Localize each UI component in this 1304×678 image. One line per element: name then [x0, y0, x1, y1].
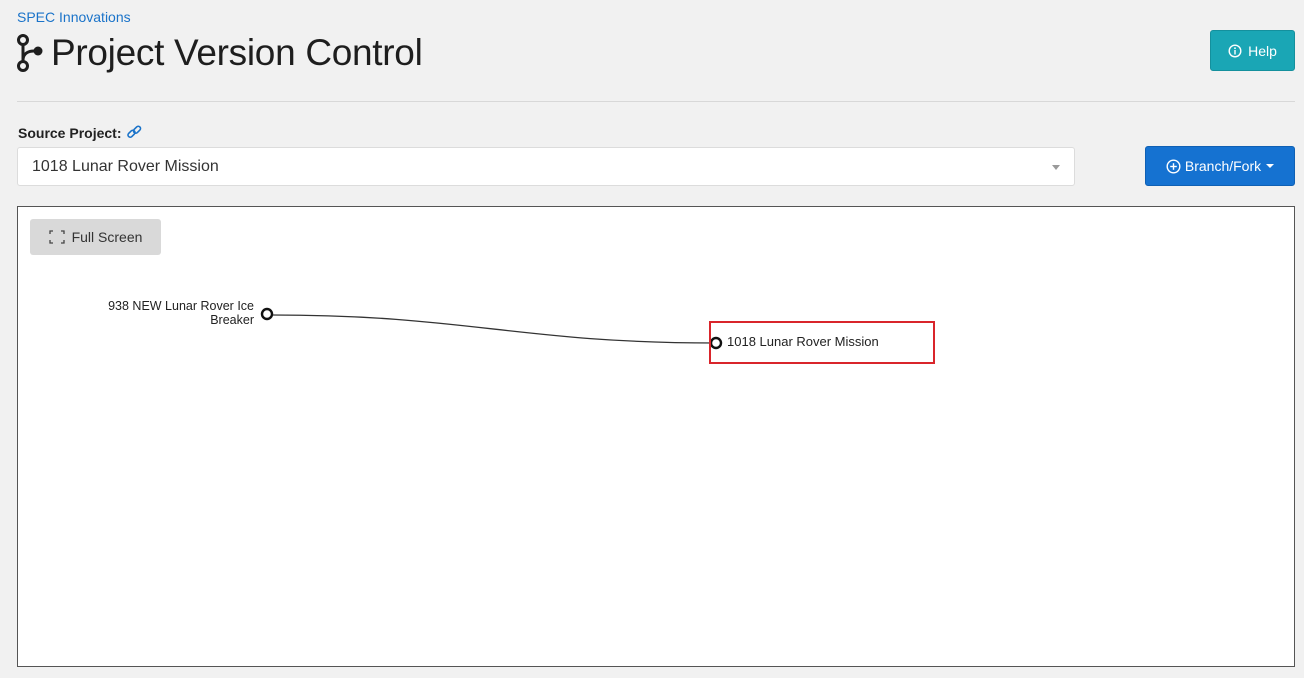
version-graph-panel[interactable]: Full Screen 938 NEW Lunar Rover Ice Brea…	[17, 206, 1295, 667]
source-project-label: Source Project:	[18, 124, 143, 141]
header-divider	[17, 101, 1295, 102]
graph-node-label[interactable]: 1018 Lunar Rover Mission	[727, 334, 879, 349]
branch-fork-button[interactable]: Branch/Fork	[1145, 146, 1295, 186]
source-project-label-text: Source Project:	[18, 124, 122, 141]
version-control-page: SPEC Innovations Project Version Control…	[0, 0, 1304, 678]
graph-edge	[271, 314, 717, 344]
graph-canvas	[260, 307, 723, 350]
page-title: Project Version Control	[51, 32, 423, 73]
chevron-down-icon	[1052, 165, 1060, 170]
branch-icon	[17, 34, 43, 72]
help-button-label: Help	[1248, 42, 1277, 59]
branch-fork-label: Branch/Fork	[1184, 158, 1262, 174]
info-circle-icon	[1228, 43, 1242, 58]
graph-node-938[interactable]	[260, 307, 274, 321]
page-header: Project Version Control	[15, 30, 423, 76]
source-project-value: 1018 Lunar Rover Mission	[32, 157, 219, 175]
link-icon[interactable]	[126, 124, 143, 141]
help-button[interactable]: Help	[1210, 30, 1295, 71]
caret-down-icon	[1266, 164, 1275, 168]
graph-node-label[interactable]: 938 NEW Lunar Rover Ice Breaker	[64, 299, 254, 327]
source-project-select[interactable]: 1018 Lunar Rover Mission	[17, 147, 1075, 186]
breadcrumb-link[interactable]: SPEC Innovations	[17, 9, 131, 25]
plus-circle-icon	[1166, 158, 1181, 174]
